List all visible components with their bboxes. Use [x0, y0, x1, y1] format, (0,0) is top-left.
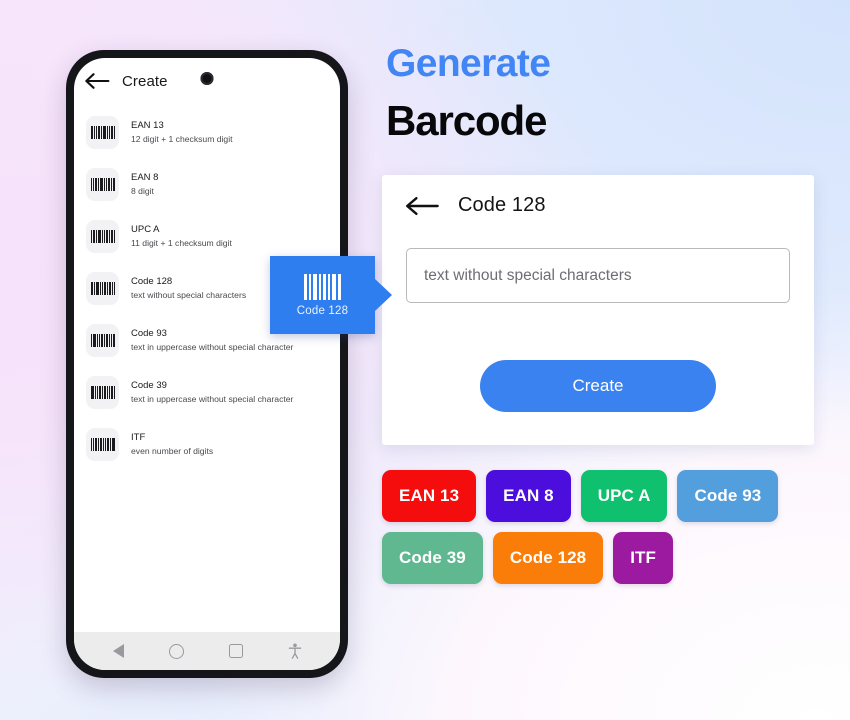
list-item-desc: text in uppercase without special charac…	[131, 393, 294, 404]
front-camera-icon	[200, 72, 214, 85]
list-item-desc: text without special characters	[131, 289, 247, 300]
list-item-name: Code 128	[131, 275, 173, 287]
barcode-icon	[86, 375, 119, 409]
nav-back-icon[interactable]	[112, 644, 124, 658]
list-item-name: Code 39	[131, 379, 167, 391]
list-item[interactable]: EAN 13 12 digit + 1 checksum digit	[74, 106, 340, 158]
list-item-desc: 12 digit + 1 checksum digit	[131, 133, 233, 144]
chip-code-39[interactable]: Code 39	[382, 532, 483, 584]
barcode-icon	[86, 323, 119, 357]
card-header: Code 128	[382, 175, 814, 217]
phone-mockup: Create EAN 13 12 digit + 1 checksum digit…	[66, 50, 348, 678]
barcode-icon	[86, 219, 119, 253]
chip-code-93[interactable]: Code 93	[677, 470, 779, 522]
barcode-icon	[86, 427, 119, 461]
list-item-name: ITF	[131, 431, 146, 443]
chip-code-128[interactable]: Code 128	[492, 532, 604, 584]
accessibility-icon[interactable]	[288, 643, 302, 659]
list-item-desc: even number of digits	[131, 445, 214, 456]
nav-recents-icon[interactable]	[228, 644, 243, 658]
list-item-name: EAN 13	[131, 119, 164, 131]
phone-appbar-title: Create	[122, 72, 168, 90]
arrow-left-icon[interactable]	[404, 195, 440, 217]
barcode-type-chips: EAN 13 EAN 8 UPC A Code 93 Code 39 Code 128 IT…	[382, 470, 802, 584]
poster-heading-block: Generate Barcode	[386, 42, 826, 144]
create-button[interactable]: Create	[480, 360, 716, 412]
barcode-text-input[interactable]: text without special characters	[406, 248, 790, 303]
chip-upc-a[interactable]: UPC A	[580, 470, 668, 522]
heading-title: Barcode	[386, 96, 547, 144]
list-item-desc: 8 digit	[131, 185, 154, 196]
barcode-icon	[86, 115, 119, 149]
callout-label: Code 128	[296, 304, 349, 317]
chip-ean-8[interactable]: EAN 8	[486, 470, 571, 522]
list-item[interactable]: ITF even number of digits	[74, 418, 340, 470]
list-item[interactable]: EAN 8 8 digit	[74, 158, 340, 210]
list-item-desc: text in uppercase without special charac…	[131, 341, 294, 352]
android-navbar	[74, 632, 340, 670]
code128-callout: Code 128	[270, 256, 375, 334]
list-item-desc: 11 digit + 1 checksum digit	[131, 237, 232, 248]
list-item[interactable]: Code 39 text in uppercase without special…	[74, 366, 340, 418]
arrow-left-icon[interactable]	[84, 72, 110, 90]
chip-itf[interactable]: ITF	[613, 532, 674, 584]
barcode-icon	[304, 273, 341, 300]
generator-card: Code 128 text without special characters…	[382, 175, 814, 445]
chip-ean-13[interactable]: EAN 13	[382, 470, 477, 522]
card-title: Code 128	[458, 194, 546, 216]
barcode-icon	[86, 167, 119, 201]
phone-screen: Create EAN 13 12 digit + 1 checksum digit…	[74, 58, 340, 670]
poster-canvas: Create EAN 13 12 digit + 1 checksum digit…	[0, 0, 850, 720]
barcode-icon	[86, 271, 119, 305]
nav-home-icon[interactable]	[168, 643, 184, 659]
barcode-type-list[interactable]: EAN 13 12 digit + 1 checksum digit EAN 8 8 …	[74, 104, 340, 632]
heading-kicker: Generate	[386, 42, 551, 85]
list-item-name: EAN 8	[131, 171, 159, 183]
list-item[interactable]: UPC A 11 digit + 1 checksum digit	[74, 210, 340, 262]
barcode-text-input-placeholder: text without special characters	[424, 266, 632, 284]
list-item-name: UPC A	[131, 223, 160, 235]
